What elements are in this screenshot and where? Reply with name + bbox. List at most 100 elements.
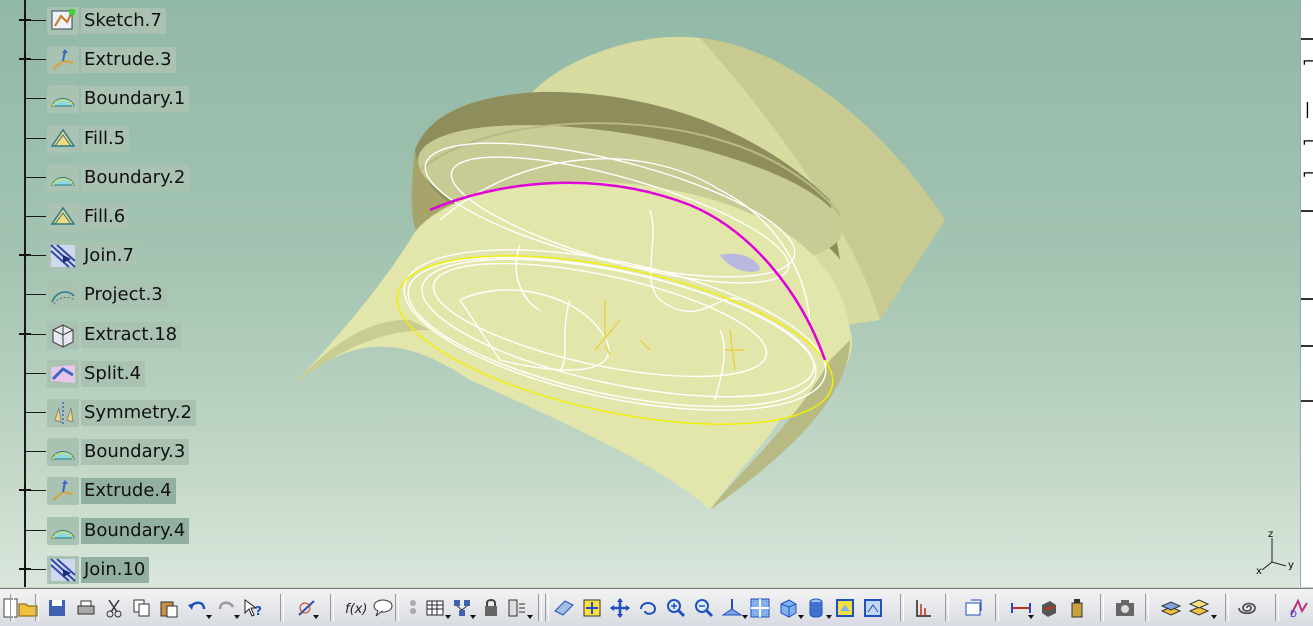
symmetry-icon[interactable] [47, 399, 79, 427]
split-icon[interactable] [47, 360, 79, 388]
tree-node-label[interactable]: Symmetry.2 [81, 400, 196, 426]
fly-mode-icon[interactable] [553, 597, 575, 619]
fill-icon[interactable] [47, 203, 79, 231]
zoom-in-icon[interactable] [665, 597, 687, 619]
undo-icon[interactable] [186, 597, 208, 619]
tree-node[interactable]: Extrude.3 [0, 45, 260, 75]
tree-node-label[interactable]: Fill.5 [81, 126, 130, 152]
mass-icon[interactable] [1066, 597, 1088, 619]
fill-icon[interactable] [47, 125, 79, 153]
tree-node-label[interactable]: Extrude.3 [81, 47, 176, 73]
fit-all-icon[interactable] [581, 597, 603, 619]
design-table-icon[interactable] [424, 597, 446, 619]
tree-node[interactable]: Split.4 [0, 359, 260, 389]
multi-view-icon[interactable] [749, 597, 771, 619]
dropdown-arrow-icon[interactable] [826, 615, 832, 619]
tree-node-label[interactable]: Extrude.4 [81, 478, 176, 504]
paste-icon[interactable] [158, 597, 180, 619]
whats-this-icon[interactable]: ? [242, 597, 264, 619]
expand-plus-icon[interactable] [19, 484, 31, 496]
boundary-icon[interactable] [47, 164, 79, 192]
dropdown-arrow-icon[interactable] [1028, 615, 1034, 619]
boundary-icon[interactable] [47, 517, 79, 545]
comment-icon[interactable] [372, 597, 394, 619]
sketch-icon[interactable] [47, 7, 79, 35]
tree-node-label[interactable]: Fill.6 [81, 204, 130, 230]
tree-node[interactable]: Join.7 [0, 241, 260, 271]
catia-logo-icon[interactable]: D [1288, 597, 1310, 620]
3d-viewport[interactable]: Sketch.7 Extrude.3 Boundary.1 Fill.5 Boundar… [0, 0, 1300, 587]
copy-icon[interactable] [131, 597, 153, 619]
measure-icon[interactable] [912, 597, 934, 619]
expand-plus-icon[interactable] [19, 563, 31, 575]
tree-node-label[interactable]: Boundary.1 [81, 86, 190, 112]
expand-plus-icon[interactable] [19, 14, 31, 26]
dropdown-arrow-icon[interactable] [234, 615, 240, 619]
spiral-icon[interactable] [1236, 597, 1258, 619]
tree-node[interactable]: Sketch.7 [0, 6, 260, 36]
project-icon[interactable] [47, 281, 79, 309]
pan-icon[interactable] [609, 597, 631, 619]
join-icon[interactable] [47, 556, 79, 584]
dropdown-arrow-icon[interactable] [206, 615, 212, 619]
zoom-out-icon[interactable] [693, 597, 715, 619]
dropdown-arrow-icon[interactable] [527, 615, 533, 619]
toolbar-icon-partial[interactable]: ⌐ [1302, 128, 1313, 156]
iso-view-icon[interactable] [777, 597, 799, 619]
hide-show-icon[interactable] [834, 597, 856, 619]
expand-plus-icon[interactable] [19, 53, 31, 65]
tree-node-label[interactable]: Join.10 [81, 557, 150, 583]
boundary-icon[interactable] [47, 85, 79, 113]
tree-node-label[interactable]: Extract.18 [81, 322, 182, 348]
layer-icon[interactable] [1160, 597, 1182, 619]
capture-icon[interactable] [1114, 597, 1136, 619]
formula-icon[interactable]: f(x) [344, 597, 367, 619]
knowledge-icon[interactable] [402, 597, 424, 619]
extrude-icon[interactable] [47, 477, 79, 505]
tree-node-label[interactable]: Boundary.3 [81, 439, 190, 465]
swap-space-icon[interactable] [862, 597, 884, 619]
expand-plus-icon[interactable] [19, 249, 31, 261]
normal-view-icon[interactable] [721, 597, 743, 619]
tree-node[interactable]: Symmetry.2 [0, 398, 260, 428]
tree-node[interactable]: Extract.18 [0, 320, 260, 350]
print-icon[interactable] [75, 597, 97, 619]
rotate-icon[interactable] [637, 597, 659, 619]
parameters-icon[interactable] [506, 597, 528, 619]
join-icon[interactable] [47, 242, 79, 270]
boundary-icon[interactable] [47, 438, 79, 466]
dropdown-arrow-icon[interactable] [1211, 615, 1217, 619]
tree-node[interactable]: Boundary.1 [0, 84, 260, 114]
dropdown-arrow-icon[interactable] [798, 615, 804, 619]
dropdown-arrow-icon[interactable] [445, 615, 451, 619]
tree-node[interactable]: Boundary.3 [0, 437, 260, 467]
save-icon[interactable] [46, 597, 68, 619]
tree-node-label[interactable]: Boundary.4 [81, 518, 190, 544]
axis-compass[interactable]: z y x [1250, 528, 1298, 576]
tree-node[interactable]: Boundary.4 [0, 516, 260, 546]
tree-node[interactable]: Join.10 [0, 555, 260, 585]
tree-node-label[interactable]: Sketch.7 [81, 8, 166, 34]
shading-icon[interactable] [805, 597, 827, 619]
toolbar-icon-partial[interactable]: ⌐ [1302, 48, 1313, 76]
tree-node[interactable]: Fill.6 [0, 202, 260, 232]
tree-node-label[interactable]: Split.4 [81, 361, 146, 387]
tree-node[interactable]: Boundary.2 [0, 163, 260, 193]
tree-node-label[interactable]: Join.7 [81, 243, 138, 269]
toolbar-icon-partial[interactable]: | [1302, 95, 1313, 123]
snapshot-icon[interactable] [963, 597, 985, 619]
tree-node-label[interactable]: Project.3 [81, 282, 167, 308]
tree-node[interactable]: Project.3 [0, 280, 260, 310]
dropdown-arrow-icon[interactable] [313, 615, 319, 619]
dropdown-arrow-icon[interactable] [470, 615, 476, 619]
toolbar-icon-partial[interactable]: ⌐ [1302, 160, 1313, 188]
measure-item-icon[interactable] [1038, 597, 1060, 619]
dropdown-arrow-icon[interactable] [742, 615, 748, 619]
tree-node[interactable]: Fill.5 [0, 124, 260, 154]
expand-plus-icon[interactable] [19, 328, 31, 340]
cut-icon[interactable] [103, 597, 125, 619]
extrude-icon[interactable] [47, 46, 79, 74]
lock-icon[interactable] [480, 597, 502, 619]
layer-filter-icon[interactable] [1188, 597, 1210, 619]
tree-node[interactable]: Extrude.4 [0, 476, 260, 506]
